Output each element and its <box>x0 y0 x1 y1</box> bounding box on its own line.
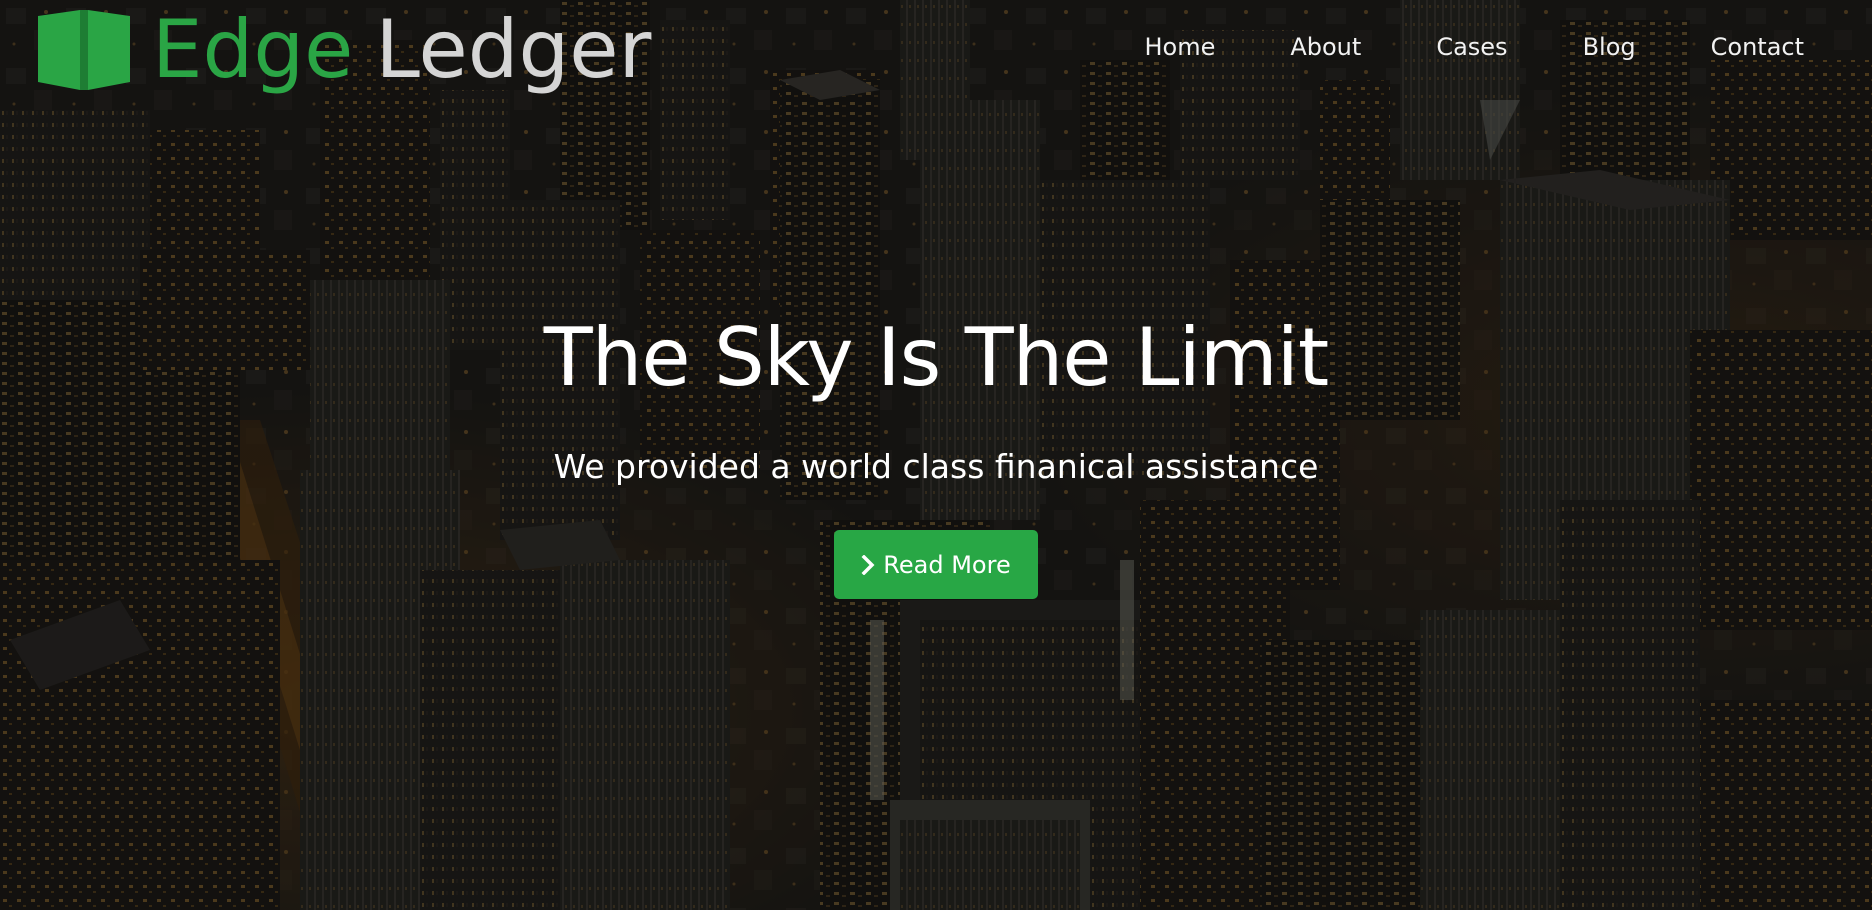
nav-link-contact[interactable]: Contact <box>1711 33 1804 61</box>
hero-content: The Sky Is The Limit We provided a world… <box>0 310 1872 599</box>
brand-name-edge: Edge <box>152 3 354 96</box>
brand-logo-link[interactable]: Edge Ledger <box>36 4 651 96</box>
nav-link-cases[interactable]: Cases <box>1436 33 1507 61</box>
nav-item-about: About <box>1290 30 1361 64</box>
main-nav: Home About Cases Blog Contact <box>1144 30 1804 64</box>
read-more-label: Read More <box>883 550 1011 579</box>
nav-link-blog[interactable]: Blog <box>1583 33 1636 61</box>
nav-item-home: Home <box>1144 30 1215 64</box>
brand-name-ledger: Ledger <box>375 3 652 96</box>
nav-item-cases: Cases <box>1436 30 1507 64</box>
open-book-icon <box>38 10 130 90</box>
hero-subtitle: We provided a world class finanical assi… <box>553 447 1319 486</box>
top-navbar: Edge Ledger Home About Cases Blog Contact <box>0 0 1872 100</box>
hero-title: The Sky Is The Limit <box>543 311 1330 404</box>
nav-link-home[interactable]: Home <box>1144 33 1215 61</box>
nav-link-about[interactable]: About <box>1290 33 1361 61</box>
chevron-right-icon <box>861 554 875 575</box>
nav-item-contact: Contact <box>1711 30 1804 64</box>
hero-section: Edge Ledger Home About Cases Blog Contact… <box>0 0 1872 910</box>
read-more-button[interactable]: Read More <box>834 530 1038 599</box>
nav-item-blog: Blog <box>1583 30 1636 64</box>
brand-name: Edge Ledger <box>152 4 651 96</box>
